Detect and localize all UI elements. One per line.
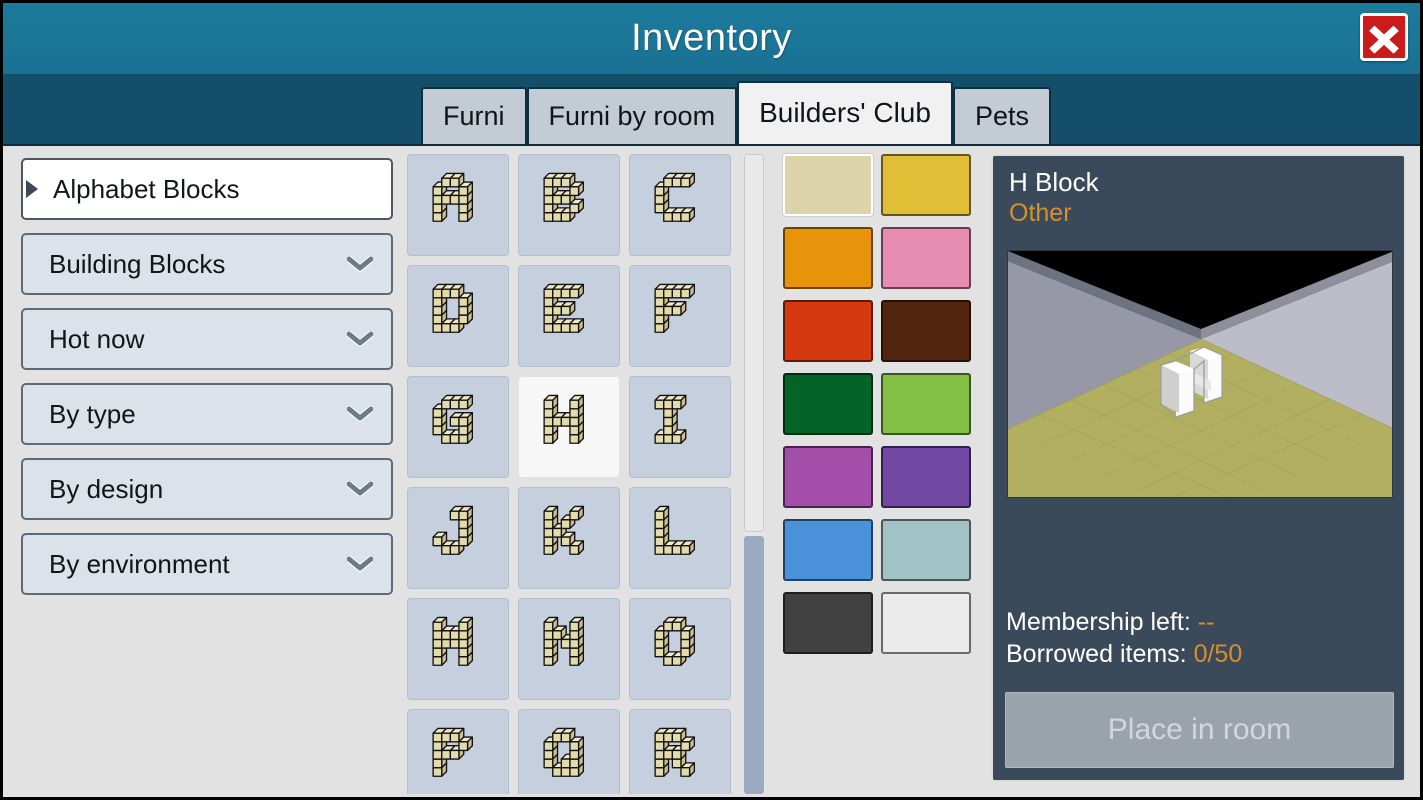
color-swatch-magenta[interactable]: [783, 446, 873, 508]
item-detail-panel: H Block Other Membership left: -- Borrow…: [991, 154, 1406, 782]
grid-item-n-block[interactable]: [518, 598, 620, 700]
sidebar-item-label: By design: [49, 474, 164, 504]
sidebar-item-label: Hot now: [49, 324, 145, 354]
membership-left-label: Membership left:: [1006, 608, 1191, 636]
grid-item-m-block[interactable]: [407, 598, 509, 700]
grid-item-o-block[interactable]: [629, 598, 731, 700]
grid-item-g-block[interactable]: [407, 376, 509, 478]
color-swatch-yellow[interactable]: [881, 154, 971, 216]
color-swatch-dark-green[interactable]: [783, 373, 873, 435]
room-preview-render: [1008, 251, 1392, 497]
grid-item-e-block[interactable]: [518, 265, 620, 367]
item-grid-scrollbar[interactable]: [743, 154, 765, 794]
tab-bar: Furni Furni by room Builders' Club Pets: [3, 75, 1420, 146]
window-title: Inventory: [631, 17, 792, 59]
chevron-down-icon[interactable]: [345, 555, 375, 572]
sidebar-item-hot-now[interactable]: Hot now: [21, 308, 393, 370]
color-swatch-pale-blue[interactable]: [881, 519, 971, 581]
grid-item-h-block[interactable]: [518, 376, 620, 478]
sidebar-item-label: Building Blocks: [49, 249, 226, 279]
color-swatch-light-green[interactable]: [881, 373, 971, 435]
grid-item-c-block[interactable]: [629, 154, 731, 256]
room-preview: [1007, 250, 1393, 498]
color-swatch-beige[interactable]: [783, 154, 873, 216]
place-in-room-button[interactable]: Place in room: [1005, 692, 1394, 768]
tab-builders-club[interactable]: Builders' Club: [737, 81, 953, 144]
grid-item-l-block[interactable]: [629, 487, 731, 589]
sidebar-item-label: Alphabet Blocks: [53, 174, 240, 204]
close-x-icon: [1369, 25, 1399, 54]
borrowed-items-row: Borrowed items: 0/50: [1006, 638, 1242, 670]
color-swatch-pink[interactable]: [881, 227, 971, 289]
color-swatch-blue[interactable]: [783, 519, 873, 581]
tab-pets[interactable]: Pets: [952, 87, 1051, 144]
chevron-down-icon[interactable]: [345, 480, 375, 497]
tab-furni[interactable]: Furni: [421, 87, 527, 144]
grid-item-d-block[interactable]: [407, 265, 509, 367]
grid-item-r-block[interactable]: [629, 709, 731, 794]
color-swatch-red[interactable]: [783, 300, 873, 362]
triangle-right-icon: [26, 180, 38, 198]
tab-furni-by-room[interactable]: Furni by room: [526, 87, 738, 144]
grid-item-k-block[interactable]: [518, 487, 620, 589]
chevron-down-icon[interactable]: [345, 405, 375, 422]
sidebar-item-by-type[interactable]: By type: [21, 383, 393, 445]
grid-item-f-block[interactable]: [629, 265, 731, 367]
color-swatch-brown[interactable]: [881, 300, 971, 362]
color-palette: [783, 154, 971, 654]
membership-info: Membership left: -- Borrowed items: 0/50: [1006, 606, 1242, 670]
detail-item-name: H Block: [1009, 167, 1099, 197]
color-swatch-dark-gray[interactable]: [783, 592, 873, 654]
chevron-down-icon[interactable]: [345, 330, 375, 347]
grid-item-q-block[interactable]: [518, 709, 620, 794]
color-swatch-white[interactable]: [881, 592, 971, 654]
grid-item-b-block[interactable]: [518, 154, 620, 256]
sidebar-item-label: By environment: [49, 549, 230, 579]
grid-item-p-block[interactable]: [407, 709, 509, 794]
membership-left-row: Membership left: --: [1006, 606, 1242, 638]
grid-item-j-block[interactable]: [407, 487, 509, 589]
item-grid-viewport: [407, 154, 743, 794]
borrowed-items-value: 0/50: [1193, 640, 1243, 668]
sidebar-item-building-blocks[interactable]: Building Blocks: [21, 233, 393, 295]
membership-left-value: --: [1197, 608, 1215, 636]
sidebar-item-alphabet-blocks[interactable]: Alphabet Blocks: [21, 158, 393, 220]
grid-item-a-block[interactable]: [407, 154, 509, 256]
tab-list: Furni Furni by room Builders' Club Pets: [421, 81, 1051, 144]
close-icon[interactable]: [1360, 13, 1408, 61]
detail-item-category: Other: [1009, 199, 1072, 227]
inventory-window: Inventory Furni Furni by room Builders' Cl…: [0, 0, 1423, 800]
grid-item-i-block[interactable]: [629, 376, 731, 478]
item-grid: [407, 154, 743, 794]
color-swatch-orange[interactable]: [783, 227, 873, 289]
main-content: Alphabet Blocks Building Blocks Hot now By …: [3, 146, 1420, 797]
title-bar: Inventory: [3, 3, 1420, 75]
sidebar-item-label: By type: [49, 399, 136, 429]
sidebar-item-by-design[interactable]: By design: [21, 458, 393, 520]
scrollbar-thumb[interactable]: [744, 536, 764, 794]
chevron-down-icon[interactable]: [345, 255, 375, 272]
category-sidebar: Alphabet Blocks Building Blocks Hot now By …: [21, 158, 393, 608]
borrowed-items-label: Borrowed items:: [1006, 640, 1187, 668]
scrollbar-track[interactable]: [744, 154, 764, 532]
color-swatch-purple[interactable]: [881, 446, 971, 508]
sidebar-item-by-environment[interactable]: By environment: [21, 533, 393, 595]
